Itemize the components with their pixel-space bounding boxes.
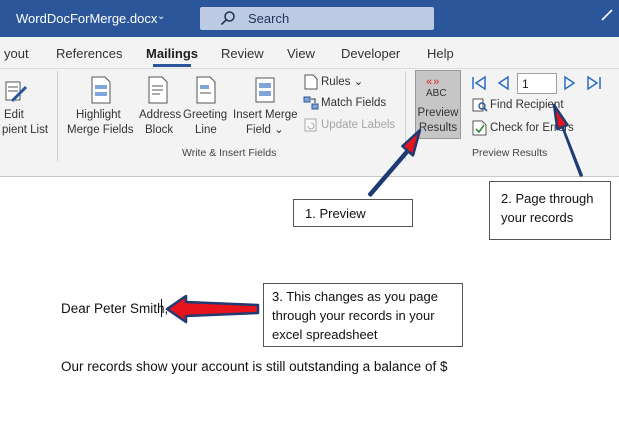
highlight-label-1[interactable]: Highlight (76, 108, 121, 123)
highlight-label-2[interactable]: Merge Fields (67, 123, 133, 138)
callout-page-through: 2. Page through your records (489, 181, 611, 240)
callout-page-through-line-2: your records (501, 210, 574, 225)
update-labels-icon (304, 118, 317, 132)
rules-icon[interactable] (304, 74, 318, 90)
arrow-to-greeting (165, 294, 260, 324)
title-dropdown-chevron-icon[interactable]: ⌄ (157, 11, 165, 22)
callout-preview-text: 1. Preview (305, 206, 366, 221)
edit-recipient-list-icon[interactable] (4, 79, 30, 107)
tab-help[interactable]: Help (427, 46, 454, 61)
highlight-merge-fields-icon[interactable] (89, 75, 113, 105)
group-separator (57, 71, 58, 161)
callout-changes: 3. This changes as you page through your… (263, 283, 463, 347)
tab-mailings[interactable]: Mailings (146, 46, 198, 61)
tab-layout[interactable]: yout (4, 46, 29, 61)
preview-chevrons-icon: «» (426, 76, 441, 88)
find-recipient-icon[interactable] (472, 97, 488, 113)
greeting-label-2[interactable]: Line (195, 123, 217, 138)
address-label-2[interactable]: Block (145, 123, 173, 138)
update-labels-button: Update Labels (321, 119, 396, 131)
preview-results-group-label: Preview Results (472, 147, 548, 159)
tab-view[interactable]: View (287, 46, 315, 61)
previous-record-icon[interactable] (494, 74, 512, 92)
search-icon (220, 11, 235, 26)
document-title: WordDocForMerge.docx (16, 11, 158, 26)
insert-merge-label-1[interactable]: Insert Merge (233, 108, 298, 123)
callout-page-through-line-1: 2. Page through (501, 191, 594, 206)
callout-changes-line-3: excel spreadsheet (272, 327, 378, 342)
account-corner-icon[interactable] (596, 4, 618, 26)
check-for-errors-icon[interactable] (472, 120, 488, 136)
edit-recipient-label-2[interactable]: pient List (2, 123, 48, 138)
insert-merge-field-icon[interactable] (253, 75, 277, 105)
last-record-icon[interactable] (585, 74, 603, 92)
body-text: Our records show your account is still o… (61, 359, 448, 374)
address-label-1[interactable]: Address (139, 108, 181, 123)
greeting-text: Dear Peter Smith, (61, 301, 169, 316)
preview-label-1: Preview (417, 107, 459, 119)
ribbon: yout References Mailings Review View Dev… (0, 37, 619, 177)
check-for-errors-button[interactable]: Check for Errors (490, 121, 574, 136)
write-insert-fields-group-label: Write & Insert Fields (182, 147, 277, 159)
active-tab-indicator (153, 64, 191, 67)
next-record-icon[interactable] (561, 74, 579, 92)
first-record-icon[interactable] (470, 74, 488, 92)
tab-references[interactable]: References (56, 46, 122, 61)
search-box[interactable]: Search (200, 7, 434, 30)
callout-changes-line-1: 3. This changes as you page (272, 289, 438, 304)
edit-recipient-label-1[interactable]: Edit (4, 108, 24, 123)
title-bar: WordDocForMerge.docx ⌄ Search (0, 0, 619, 37)
find-recipient-button[interactable]: Find Recipient (490, 98, 564, 113)
greeting-label-1[interactable]: Greeting (183, 108, 227, 123)
address-block-icon[interactable] (146, 75, 170, 105)
preview-label-2: Results (418, 122, 458, 134)
text-cursor (161, 299, 162, 317)
insert-merge-label-2[interactable]: Field ⌄ (246, 123, 284, 138)
tab-developer[interactable]: Developer (341, 46, 400, 61)
preview-results-button[interactable]: «» ABC Preview Results (415, 70, 461, 139)
callout-changes-line-2: through your records in your (272, 308, 435, 323)
preview-abc-icon: ABC (426, 88, 447, 99)
record-number-input[interactable]: 1 (517, 73, 557, 94)
match-fields-button[interactable]: Match Fields (321, 96, 386, 111)
match-fields-icon[interactable] (303, 95, 319, 111)
greeting-line-icon[interactable] (194, 75, 218, 105)
group-separator (405, 71, 406, 161)
tab-review[interactable]: Review (221, 46, 264, 61)
rules-button[interactable]: Rules ⌄ (321, 75, 363, 90)
ribbon-divider (0, 68, 619, 69)
search-label: Search (248, 11, 290, 26)
callout-preview: 1. Preview (293, 199, 413, 227)
